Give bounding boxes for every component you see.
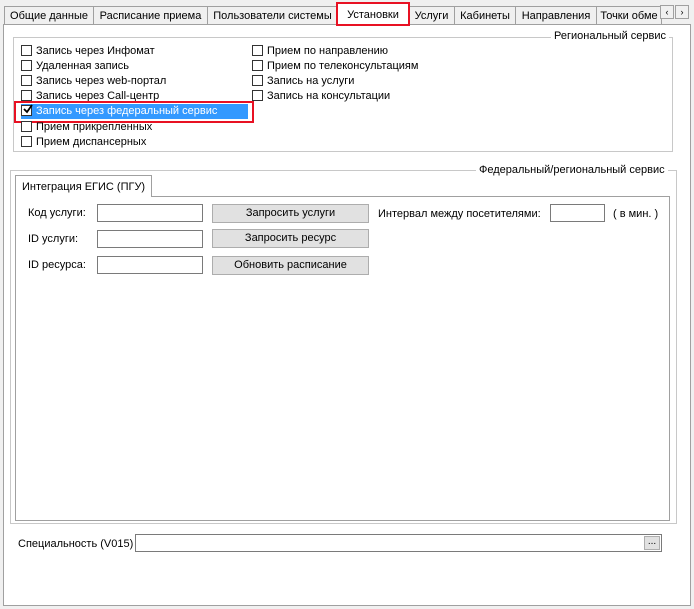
checkbox-by-referral[interactable]: Прием по направлению <box>252 44 388 59</box>
tab-directions[interactable]: Направления <box>515 6 597 24</box>
checkbox-consultation-booking[interactable]: Запись на консультации <box>252 89 390 104</box>
specialty-input[interactable] <box>135 534 662 552</box>
specialty-label: Специальность (V015) <box>18 538 134 550</box>
tab-scroll-left-button[interactable]: ‹ <box>660 5 674 19</box>
service-id-label: ID услуги: <box>28 233 79 245</box>
ellipsis-icon: ... <box>647 536 657 547</box>
checkbox-label: Прием прикрепленных <box>36 121 153 133</box>
checkbox-dispensary-reception[interactable]: Прием диспансерных <box>21 135 146 150</box>
checkbox-label: Запись на консультации <box>267 90 391 102</box>
checkbox-box[interactable] <box>21 45 32 56</box>
federal-service-legend: Федеральный/региональный сервис <box>476 164 668 176</box>
request-resource-button[interactable]: Запросить ресурс <box>212 229 369 248</box>
chevron-right-icon: › <box>680 7 684 17</box>
tab-reception-schedule[interactable]: Расписание приема <box>93 6 208 24</box>
tab-cabinets[interactable]: Кабинеты <box>454 6 516 24</box>
tab-exchange-points[interactable]: Точки обме <box>596 6 662 24</box>
resource-id-label: ID ресурса: <box>28 259 86 271</box>
checkbox-box[interactable] <box>252 45 263 56</box>
service-code-input[interactable] <box>97 204 203 222</box>
tab-scroll-right-button[interactable]: › <box>675 5 689 19</box>
resource-id-input[interactable] <box>97 256 203 274</box>
tab-system-users[interactable]: Пользователи системы <box>207 6 338 24</box>
checkbox-remote-booking[interactable]: Удаленная запись <box>21 59 129 74</box>
interval-unit-label: ( в мин. ) <box>613 208 659 220</box>
service-id-input[interactable] <box>97 230 203 248</box>
checkbox-web-portal[interactable]: Запись через web-портал <box>21 74 166 89</box>
checkbox-label: Запись через web-портал <box>36 75 167 87</box>
tab-services[interactable]: Услуги <box>408 6 455 24</box>
checkbox-box[interactable] <box>21 60 32 71</box>
checkbox-label: Прием диспансерных <box>36 136 147 148</box>
specialty-browse-button[interactable]: ... <box>644 536 660 550</box>
service-code-label: Код услуги: <box>28 207 86 219</box>
request-services-button[interactable]: Запросить услуги <box>212 204 369 223</box>
checkbox-box[interactable] <box>252 75 263 86</box>
checkbox-teleconsultation[interactable]: Прием по телеконсультациям <box>252 59 418 74</box>
checkbox-label: Удаленная запись <box>36 60 129 72</box>
checkbox-box[interactable] <box>21 136 32 147</box>
checkbox-box[interactable] <box>21 121 32 132</box>
checkbox-label: Запись через Инфомат <box>36 45 155 57</box>
checkbox-box[interactable] <box>252 60 263 71</box>
tab-egis-integration[interactable]: Интеграция ЕГИС (ПГУ) <box>15 175 152 197</box>
update-schedule-button[interactable]: Обновить расписание <box>212 256 369 275</box>
checkbox-attached-reception[interactable]: Прием прикрепленных <box>21 120 152 135</box>
checkbox-infomat[interactable]: Запись через Инфомат <box>21 44 155 59</box>
regional-service-legend: Региональный сервис <box>551 30 669 42</box>
tab-settings[interactable]: Установки <box>336 2 410 26</box>
interval-label: Интервал между посетителями: <box>378 208 541 220</box>
checkbox-label: Запись на услуги <box>267 75 355 87</box>
chevron-left-icon: ‹ <box>665 7 669 17</box>
checkbox-label: Прием по направлению <box>267 45 389 57</box>
checkbox-box[interactable] <box>21 75 32 86</box>
tab-general-data[interactable]: Общие данные <box>4 6 94 24</box>
checkbox-box[interactable] <box>21 90 32 101</box>
checkbox-label: Прием по телеконсультациям <box>267 60 419 72</box>
interval-input[interactable] <box>550 204 605 222</box>
checkbox-box[interactable] <box>252 90 263 101</box>
checkbox-services-booking[interactable]: Запись на услуги <box>252 74 354 89</box>
